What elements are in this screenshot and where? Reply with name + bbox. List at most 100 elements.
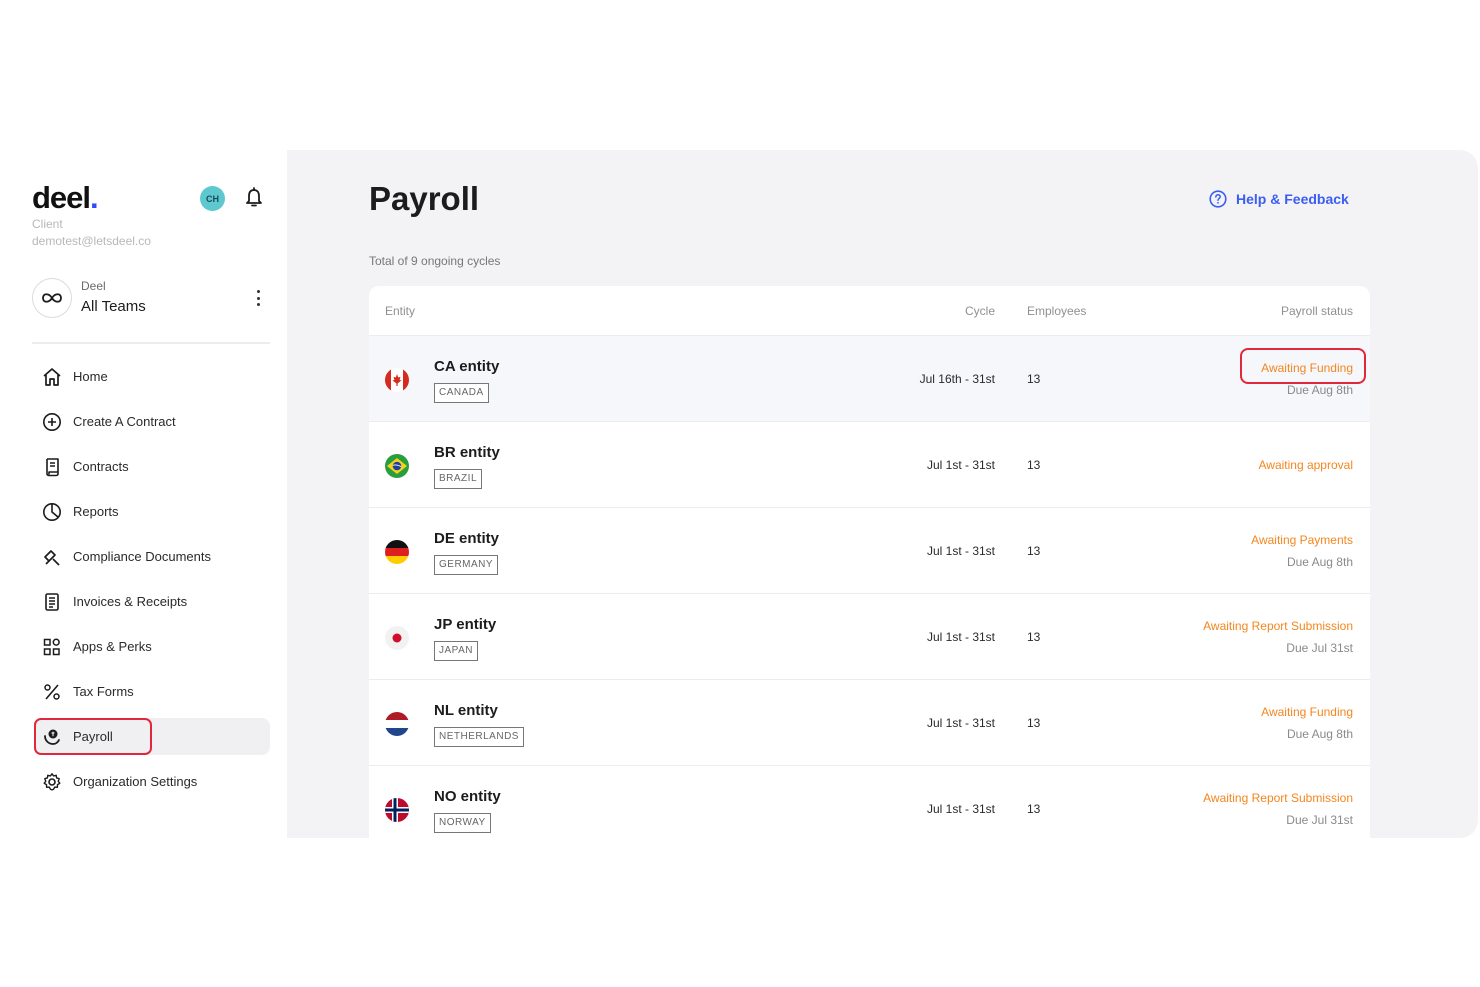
netherlands-flag-icon bbox=[385, 712, 409, 736]
norway-flag-icon bbox=[385, 798, 409, 822]
entity-name[interactable]: DE entity bbox=[434, 530, 499, 547]
sidebar-item-create-contract[interactable]: Create A Contract bbox=[34, 403, 270, 440]
sidebar-item-label: Contracts bbox=[73, 459, 129, 474]
pie-chart-icon bbox=[41, 501, 63, 523]
payroll-status: Awaiting Payments Due Aug 8th bbox=[1251, 533, 1353, 569]
plus-circle-icon bbox=[41, 411, 63, 433]
status-text: Awaiting Funding bbox=[1261, 705, 1353, 719]
status-text: Awaiting Payments bbox=[1251, 533, 1353, 547]
due-date: Due Aug 8th bbox=[1286, 555, 1353, 569]
home-icon bbox=[41, 366, 63, 388]
payroll-status: Awaiting Report Submission Due Jul 31st bbox=[1203, 791, 1353, 827]
entity-name[interactable]: NO entity bbox=[434, 788, 501, 805]
app-window: deel. CH Client demotest@letsdeel.co Dee… bbox=[0, 150, 1478, 838]
payroll-table: Entity Cycle Employees Payroll status CA… bbox=[369, 286, 1370, 838]
country-badge: BRAZIL bbox=[434, 469, 483, 489]
entity-name[interactable]: CA entity bbox=[434, 358, 499, 375]
sidebar-item-label: Invoices & Receipts bbox=[73, 594, 188, 609]
germany-flag-icon bbox=[385, 540, 409, 564]
sidebar-item-label: Tax Forms bbox=[73, 684, 134, 699]
country-badge: NETHERLANDS bbox=[434, 727, 524, 747]
sidebar-item-organization-settings[interactable]: Organization Settings bbox=[34, 763, 270, 800]
sidebar-item-contracts[interactable]: Contracts bbox=[34, 448, 270, 485]
canada-flag-icon bbox=[385, 368, 409, 392]
cycle-range: Jul 16th - 31st bbox=[919, 372, 995, 386]
sidebar-item-label: Reports bbox=[73, 504, 119, 519]
country-badge: CANADA bbox=[434, 383, 489, 403]
cycles-summary: Total of 9 ongoing cycles bbox=[369, 254, 501, 268]
account-role: Client bbox=[32, 217, 63, 231]
payroll-status: Awaiting Report Submission Due Jul 31st bbox=[1203, 619, 1353, 655]
sidebar-item-home[interactable]: Home bbox=[34, 358, 270, 395]
team-switcher[interactable]: Deel All Teams bbox=[32, 278, 272, 320]
cycle-range: Jul 1st - 31st bbox=[926, 630, 995, 644]
sidebar-divider bbox=[32, 342, 270, 344]
deel-logo[interactable]: deel. bbox=[32, 180, 99, 216]
table-row[interactable]: NO entity NORWAY Jul 1st - 31st 13 Await… bbox=[369, 766, 1370, 838]
employee-count: 13 bbox=[1027, 458, 1041, 472]
sidebar-item-apps[interactable]: Apps & Perks bbox=[34, 628, 270, 665]
status-text: Awaiting Report Submission bbox=[1203, 791, 1353, 805]
cycle-range: Jul 1st - 31st bbox=[926, 802, 995, 816]
sidebar: deel. CH Client demotest@letsdeel.co Dee… bbox=[0, 150, 287, 838]
country-badge: GERMANY bbox=[434, 555, 499, 575]
compliance-icon bbox=[41, 546, 63, 568]
sidebar-item-label: Home bbox=[73, 369, 108, 384]
infinity-icon bbox=[32, 278, 72, 318]
employee-count: 13 bbox=[1027, 372, 1041, 386]
status-text: Awaiting Report Submission bbox=[1203, 619, 1353, 633]
due-date: Due Aug 8th bbox=[1286, 727, 1353, 741]
table-row[interactable]: JP entity JAPAN Jul 1st - 31st 13 Awaiti… bbox=[369, 594, 1370, 680]
sidebar-item-reports[interactable]: Reports bbox=[34, 493, 270, 530]
table-row[interactable]: BR entity BRAZIL Jul 1st - 31st 13 Await… bbox=[369, 422, 1370, 508]
sidebar-nav: Home Create A Contract Contracts Reports… bbox=[34, 358, 270, 808]
cycle-range: Jul 1st - 31st bbox=[926, 544, 995, 558]
page-title: Payroll bbox=[369, 180, 480, 217]
avatar-initials: CH bbox=[206, 193, 219, 204]
sidebar-item-label: Create A Contract bbox=[73, 414, 176, 429]
account-email: demotest@letsdeel.co bbox=[32, 234, 151, 248]
employee-count: 13 bbox=[1027, 630, 1041, 644]
bell-icon[interactable] bbox=[244, 187, 264, 209]
help-feedback-label: Help & Feedback bbox=[1236, 191, 1349, 207]
entity-name[interactable]: JP entity bbox=[434, 616, 496, 633]
japan-flag-icon bbox=[385, 626, 409, 650]
cycle-range: Jul 1st - 31st bbox=[926, 458, 995, 472]
sidebar-item-payroll[interactable]: Payroll bbox=[34, 718, 270, 755]
status-text: Awaiting approval bbox=[1258, 458, 1353, 472]
column-header-employees: Employees bbox=[1027, 304, 1087, 318]
entity-name[interactable]: NL entity bbox=[434, 702, 498, 719]
avatar[interactable]: CH bbox=[200, 186, 225, 211]
cycle-range: Jul 1st - 31st bbox=[926, 716, 995, 730]
kebab-menu-icon[interactable] bbox=[254, 288, 262, 308]
sidebar-item-label: Compliance Documents bbox=[73, 549, 212, 564]
highlight-box-payroll bbox=[34, 718, 152, 755]
table-row[interactable]: CA entity CANADA Jul 16th - 31st 13 Awai… bbox=[369, 336, 1370, 422]
table-row[interactable]: NL entity NETHERLANDS Jul 1st - 31st 13 … bbox=[369, 680, 1370, 766]
team-name: All Teams bbox=[81, 298, 146, 315]
table-row[interactable]: DE entity GERMANY Jul 1st - 31st 13 Awai… bbox=[369, 508, 1370, 594]
employee-count: 13 bbox=[1027, 716, 1041, 730]
column-header-status: Payroll status bbox=[1280, 304, 1353, 318]
sidebar-item-invoices[interactable]: Invoices & Receipts bbox=[34, 583, 270, 620]
country-badge: NORWAY bbox=[434, 813, 491, 833]
due-date: Due Jul 31st bbox=[1286, 641, 1353, 655]
highlight-box-status bbox=[1240, 348, 1366, 384]
due-date: Due Jul 31st bbox=[1286, 813, 1353, 827]
question-circle-icon bbox=[1209, 190, 1227, 208]
employee-count: 13 bbox=[1027, 544, 1041, 558]
brazil-flag-icon bbox=[385, 454, 409, 478]
percent-icon bbox=[41, 681, 63, 703]
sidebar-item-label: Organization Settings bbox=[73, 774, 198, 789]
sidebar-item-compliance[interactable]: Compliance Documents bbox=[34, 538, 270, 575]
sidebar-item-label: Apps & Perks bbox=[73, 639, 152, 654]
due-date: Due Aug 8th bbox=[1286, 383, 1353, 397]
payroll-status: Awaiting approval bbox=[1258, 458, 1353, 472]
help-feedback-link[interactable]: Help & Feedback bbox=[1209, 190, 1349, 208]
team-org: Deel bbox=[81, 279, 106, 293]
country-badge: JAPAN bbox=[434, 641, 478, 661]
entity-name[interactable]: BR entity bbox=[434, 444, 500, 461]
main-content: Payroll Help & Feedback Total of 9 ongoi… bbox=[287, 150, 1478, 838]
sidebar-item-tax-forms[interactable]: Tax Forms bbox=[34, 673, 270, 710]
gear-icon bbox=[41, 771, 63, 793]
